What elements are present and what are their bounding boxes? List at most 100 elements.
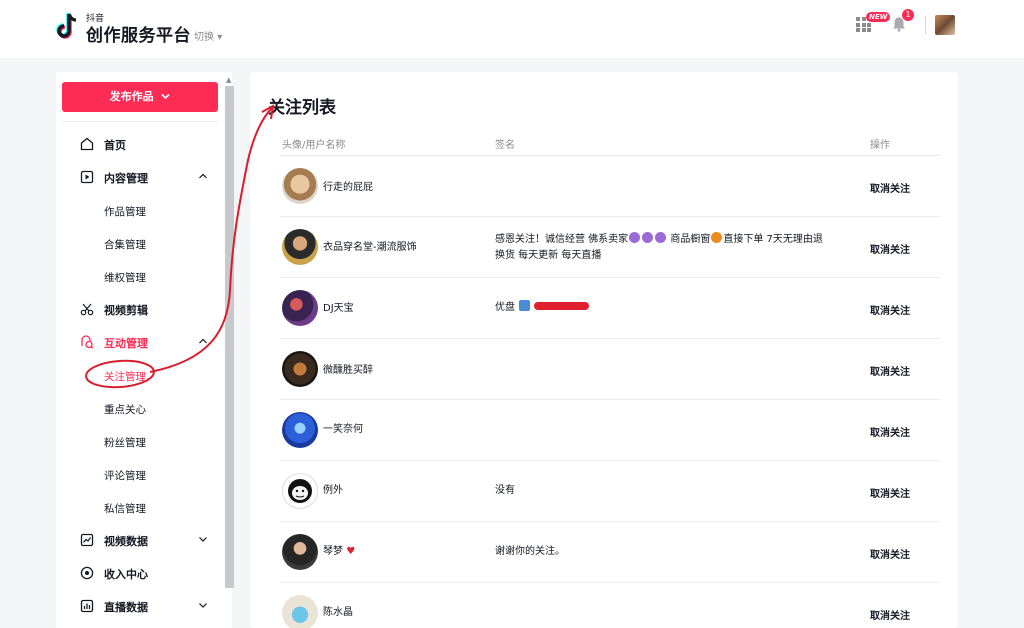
- emoji-icon: [642, 232, 654, 243]
- sidebar-subitem-following[interactable]: 关注管理: [104, 369, 146, 384]
- sidebar-divider: [62, 121, 218, 122]
- emoji-icon: [655, 232, 667, 243]
- user-name[interactable]: 行走的屁屁: [323, 178, 373, 193]
- sidebar-item-label: 视频剪辑: [104, 304, 148, 317]
- chevron-up-icon: [199, 173, 207, 179]
- sidebar-subitem-comments[interactable]: 评论管理: [104, 468, 146, 483]
- user-name[interactable]: 一笑奈何: [323, 420, 363, 435]
- unfollow-button[interactable]: 取消关注: [870, 424, 910, 439]
- column-header-user: 头像/用户名称: [282, 140, 346, 151]
- interaction-icon: [81, 335, 94, 349]
- sidebar-subitem-collections[interactable]: 合集管理: [104, 237, 146, 252]
- publish-button-label: 发布作品: [109, 90, 154, 103]
- unfollow-button[interactable]: 取消关注: [870, 607, 910, 622]
- sidebar-item-label: 视频数据: [104, 535, 148, 548]
- sidebar-item-home[interactable]: 首页: [62, 132, 218, 156]
- sidebar-item-label: 收入中心: [104, 568, 148, 581]
- signature: 没有: [495, 483, 855, 499]
- avatar[interactable]: [282, 412, 318, 448]
- switch-label: 切换: [194, 32, 214, 43]
- column-header-signature: 签名: [495, 140, 515, 151]
- sidebar-item-label: 内容管理: [104, 172, 148, 185]
- unfollow-button[interactable]: 取消关注: [870, 302, 910, 317]
- scroll-up-arrow-icon[interactable]: ▲: [226, 76, 231, 84]
- heart-icon: ♥: [346, 546, 356, 557]
- sidebar-item-label: 互动管理: [104, 337, 148, 350]
- notification-count-badge: 1: [902, 9, 914, 21]
- chevron-down-icon: [161, 82, 170, 112]
- column-header-action: 操作: [870, 140, 890, 151]
- signature-text: 直接下单 7天无理由退: [723, 234, 823, 245]
- signature: 优盘: [495, 300, 855, 316]
- table-row: 琴梦 ♥ 谢谢你的关注。 取消关注: [280, 522, 940, 583]
- new-badge: NEW: [866, 12, 891, 22]
- unfollow-button[interactable]: 取消关注: [870, 180, 910, 195]
- chevron-down-icon: [199, 537, 207, 542]
- sidebar-item-live-data[interactable]: 直播数据: [62, 594, 218, 618]
- avatar[interactable]: [282, 534, 318, 570]
- signature-text: 感恩关注！诚信经营 佛系卖家: [495, 234, 629, 245]
- sidebar-item-income[interactable]: 收入中心: [62, 561, 218, 585]
- signature-text: 没有: [495, 485, 515, 496]
- caret-down-icon: ▾: [217, 32, 223, 43]
- sidebar-subitem-messages[interactable]: 私信管理: [104, 501, 146, 516]
- emoji-icon: [629, 232, 641, 243]
- header-divider: [925, 16, 926, 34]
- user-name[interactable]: 微醺胜买醉: [323, 361, 373, 376]
- content-icon: [80, 170, 94, 184]
- page-title: 关注列表: [268, 98, 336, 118]
- avatar[interactable]: [282, 473, 318, 509]
- sidebar-subitem-works[interactable]: 作品管理: [104, 204, 146, 219]
- user-name-text: 琴梦: [323, 546, 343, 557]
- publish-button[interactable]: 发布作品: [62, 82, 218, 112]
- signature-text: 谢谢你的关注。: [495, 546, 565, 557]
- signature-text: 换货 每天更新 每天直播: [495, 250, 602, 261]
- redacted-scribble: [534, 302, 590, 310]
- table-row: 衣品穿名堂-潮流服饰 感恩关注！诚信经营 佛系卖家 商品橱窗 直接下单 7天无理由…: [280, 217, 940, 278]
- emoji-icon: [519, 300, 531, 311]
- signature: 感恩关注！诚信经营 佛系卖家 商品橱窗 直接下单 7天无理由退 换货 每天更新 每…: [495, 232, 855, 264]
- sidebar-item-content[interactable]: 内容管理: [62, 165, 218, 189]
- income-icon: [80, 566, 94, 580]
- user-name[interactable]: DJ天宝: [323, 299, 354, 314]
- sidebar-subitem-special-care[interactable]: 重点关心: [104, 402, 146, 417]
- avatar[interactable]: [282, 229, 318, 265]
- platform-title[interactable]: 创作服务平台: [86, 21, 191, 46]
- signature: 谢谢你的关注。: [495, 544, 855, 560]
- sidebar-item-label: 直播数据: [104, 601, 148, 614]
- sidebar-item-video-edit[interactable]: 视频剪辑: [62, 297, 218, 321]
- sidebar-item-video-data[interactable]: 视频数据: [62, 528, 218, 552]
- avatar[interactable]: [282, 351, 318, 387]
- signature-text: 优盘: [495, 302, 515, 313]
- unfollow-button[interactable]: 取消关注: [870, 241, 910, 256]
- sidebar-subitem-fans[interactable]: 粉丝管理: [104, 435, 146, 450]
- sidebar-item-interaction[interactable]: 互动管理: [62, 330, 218, 354]
- unfollow-button[interactable]: 取消关注: [870, 485, 910, 500]
- switch-dropdown[interactable]: 切换 ▾: [194, 28, 222, 43]
- top-header: 抖音 创作服务平台 切换 ▾ NEW 1: [0, 0, 1024, 58]
- avatar[interactable]: [282, 290, 318, 326]
- sidebar-item-label: 首页: [104, 139, 126, 152]
- chart-icon: [80, 533, 94, 547]
- sidebar-subitem-rights[interactable]: 维权管理: [104, 270, 146, 285]
- chevron-up-icon: [199, 338, 207, 344]
- douyin-logo-icon[interactable]: [56, 12, 78, 40]
- chevron-down-icon: [199, 603, 207, 608]
- live-data-icon: [80, 599, 94, 613]
- avatar[interactable]: [282, 168, 318, 204]
- emoji-icon: [711, 232, 723, 243]
- sidebar-scrollbar[interactable]: [225, 86, 234, 588]
- user-name[interactable]: 陈水晶: [323, 603, 353, 618]
- user-avatar[interactable]: [935, 15, 955, 35]
- user-name[interactable]: 衣品穿名堂-潮流服饰: [323, 238, 417, 253]
- signature-text: 商品橱窗: [670, 234, 711, 245]
- table-row: 陈水晶 取消关注: [280, 583, 940, 628]
- table-row: 行走的屁屁 取消关注: [280, 156, 940, 217]
- user-name[interactable]: 琴梦 ♥: [323, 542, 355, 557]
- avatar[interactable]: [282, 595, 318, 628]
- home-icon: [80, 137, 94, 151]
- user-name[interactable]: 例外: [323, 481, 343, 496]
- unfollow-button[interactable]: 取消关注: [870, 546, 910, 561]
- unfollow-button[interactable]: 取消关注: [870, 363, 910, 378]
- scissors-icon: [80, 303, 94, 316]
